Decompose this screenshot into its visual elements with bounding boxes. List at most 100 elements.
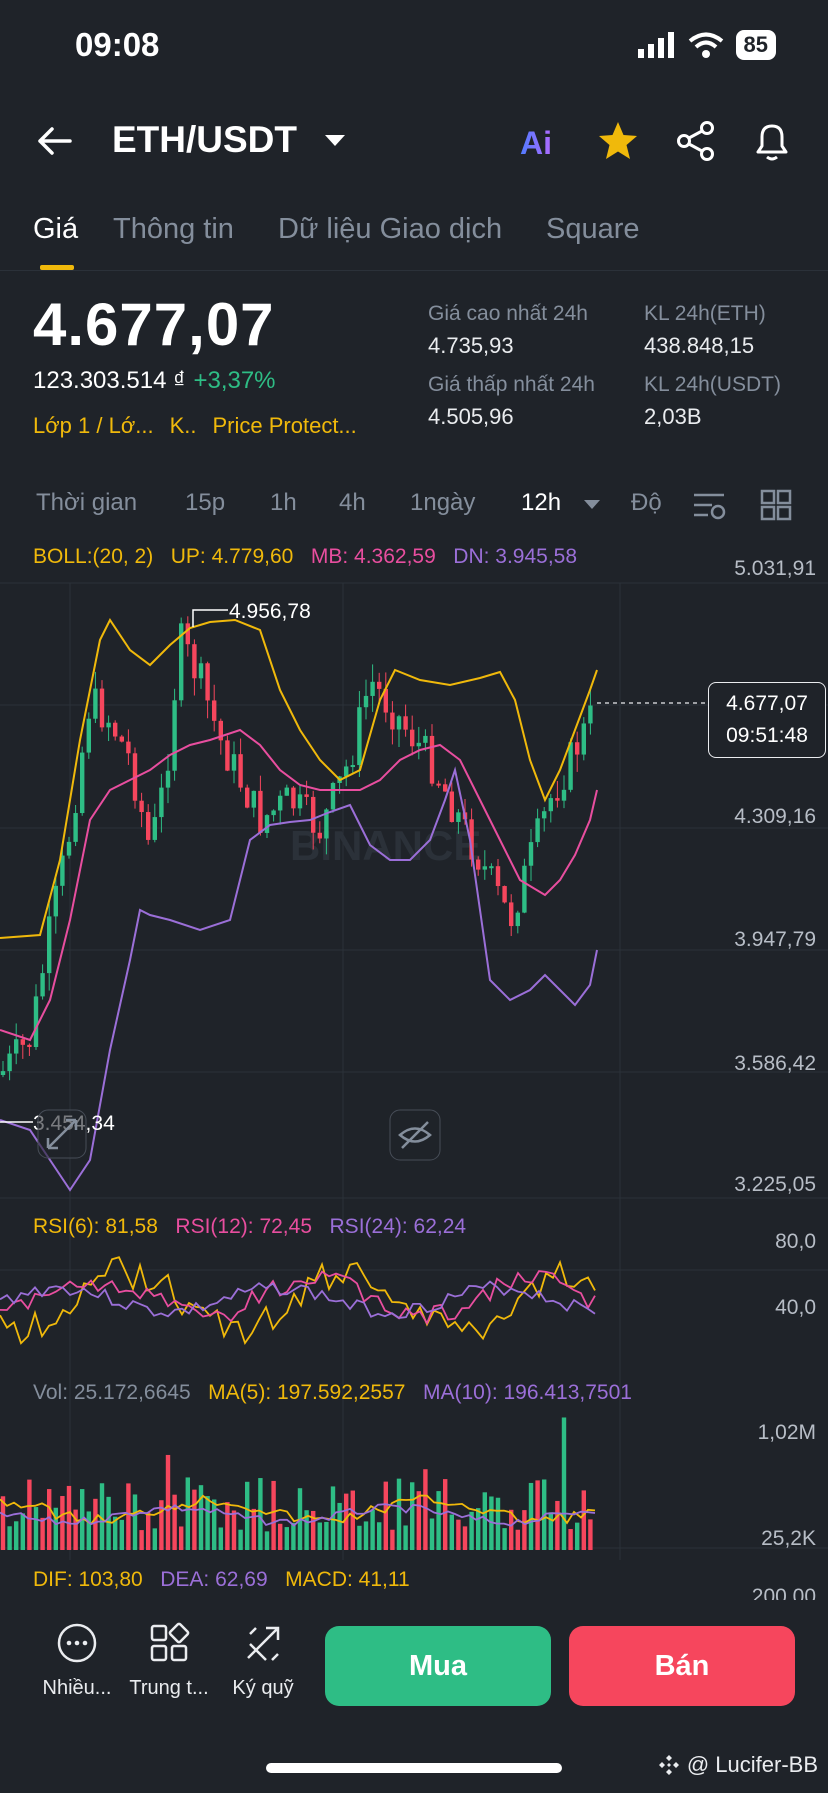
candle-body <box>86 718 91 753</box>
boll-legend: BOLL:(20, 2) UP: 4.779,60 MB: 4.362,59 D… <box>33 545 577 569</box>
candle-body <box>198 663 204 679</box>
macd-value: MACD: 41,11 <box>285 1568 410 1591</box>
volume-bar <box>357 1525 362 1550</box>
high-marker: 4.956,78 <box>229 600 311 623</box>
volume-bar <box>443 1479 448 1550</box>
candle-body <box>575 742 580 755</box>
candle-body <box>344 766 349 777</box>
countdown-timer: 09:51:48 <box>726 724 808 747</box>
volume-bar <box>27 1479 32 1550</box>
volume-bar <box>66 1485 72 1550</box>
volume-bar <box>152 1528 157 1550</box>
candlestick-chart[interactable]: BINANCE 4.956,78 3.454,34 <box>0 0 828 1600</box>
candle-body <box>429 735 435 784</box>
volume-bar <box>370 1509 375 1550</box>
more-button[interactable]: Nhiều... <box>32 1622 122 1700</box>
boll-mb-line <box>0 728 598 1042</box>
candle-body <box>357 707 362 766</box>
boll-dn: DN: 3.945,58 <box>453 545 578 568</box>
volume-bar <box>502 1528 507 1550</box>
candle-body <box>231 754 237 771</box>
macd-dif: DIF: 103,80 <box>33 1568 143 1591</box>
volume-bar <box>436 1491 441 1550</box>
hide-icon[interactable] <box>389 1109 441 1161</box>
candle-body <box>495 866 501 887</box>
axis-price-1: 5.031,91 <box>734 557 816 580</box>
boll-up-line <box>0 618 598 939</box>
more-icon <box>57 1623 97 1663</box>
hub-button[interactable]: Trung t... <box>124 1622 214 1700</box>
volume-bar <box>218 1527 223 1550</box>
axis-vol-min: 25,2K <box>761 1527 816 1550</box>
expand-chart-icon[interactable] <box>37 1109 87 1159</box>
binance-logo-icon <box>658 1755 679 1775</box>
candle-body <box>528 842 534 866</box>
macd-dea: DEA: 62,69 <box>160 1568 268 1591</box>
volume-bar <box>528 1482 534 1550</box>
candle-body <box>304 794 309 797</box>
rsi12-line <box>0 1270 596 1326</box>
volume-bar <box>7 1526 12 1550</box>
volume-bar <box>350 1490 355 1550</box>
credit-watermark: @ Lucifer-BB <box>657 1752 818 1778</box>
volume-bar <box>555 1500 560 1550</box>
candle-body <box>502 886 507 903</box>
candle-body <box>172 700 177 771</box>
vol-ma5: MA(5): 197.592,2557 <box>208 1381 406 1404</box>
volume-bar <box>132 1494 138 1550</box>
candle-body <box>271 810 276 816</box>
volume-bar <box>53 1507 58 1550</box>
sell-button[interactable]: Bán <box>569 1626 795 1706</box>
candle-body <box>66 841 72 856</box>
volume-bar <box>337 1502 342 1550</box>
candle-body <box>482 866 487 870</box>
candle-body <box>456 812 461 822</box>
hub-label: Trung t... <box>129 1677 209 1699</box>
high-marker-line <box>192 609 228 627</box>
volume-bar <box>456 1519 461 1550</box>
volume-bar <box>535 1480 540 1550</box>
rsi-legend: RSI(6): 81,58 RSI(12): 72,45 RSI(24): 62… <box>33 1215 466 1239</box>
boll-mb: MB: 4.362,59 <box>310 545 436 568</box>
volume-bar <box>33 1507 39 1550</box>
volume-bar <box>462 1526 468 1550</box>
candle-body <box>7 1053 12 1072</box>
candle-body <box>258 790 263 833</box>
more-label: Nhiều... <box>42 1677 112 1699</box>
candle-body <box>396 716 402 730</box>
candle-body <box>449 791 454 822</box>
hub-icon <box>150 1622 190 1662</box>
volume-bar <box>416 1491 421 1550</box>
chart-grid <box>0 582 828 1560</box>
volume-bar <box>403 1525 408 1550</box>
volume-bar <box>390 1529 395 1550</box>
volume-bar <box>363 1521 369 1550</box>
volume-bar <box>14 1521 19 1550</box>
volume-bar <box>377 1522 382 1550</box>
candle-body <box>581 723 586 755</box>
candle-body <box>284 787 289 796</box>
volume-bar <box>231 1510 237 1550</box>
candle-body <box>152 817 157 840</box>
candle-body <box>522 865 527 913</box>
candle-body <box>20 1039 25 1045</box>
volume-bar <box>423 1469 428 1550</box>
home-indicator <box>266 1763 562 1773</box>
volume-bar <box>198 1485 204 1550</box>
volume-bar <box>205 1496 210 1550</box>
volume-bar <box>264 1531 270 1550</box>
candle-body <box>99 688 105 728</box>
vol-legend: Vol: 25.172,6645 MA(5): 197.592,2557 MA(… <box>33 1381 632 1405</box>
candle-body <box>403 716 408 730</box>
buy-button[interactable]: Mua <box>325 1626 551 1706</box>
volume-bar <box>568 1529 573 1550</box>
candle-body <box>317 832 322 839</box>
margin-button[interactable]: Ký quỹ <box>218 1622 308 1700</box>
candle-body <box>93 688 98 719</box>
candle-body <box>291 787 296 809</box>
candle-body <box>568 742 573 790</box>
volume-bar <box>93 1498 98 1550</box>
volume-bar <box>106 1496 111 1550</box>
candle-body <box>264 815 270 833</box>
axis-rsi-80: 80,0 <box>775 1230 816 1253</box>
